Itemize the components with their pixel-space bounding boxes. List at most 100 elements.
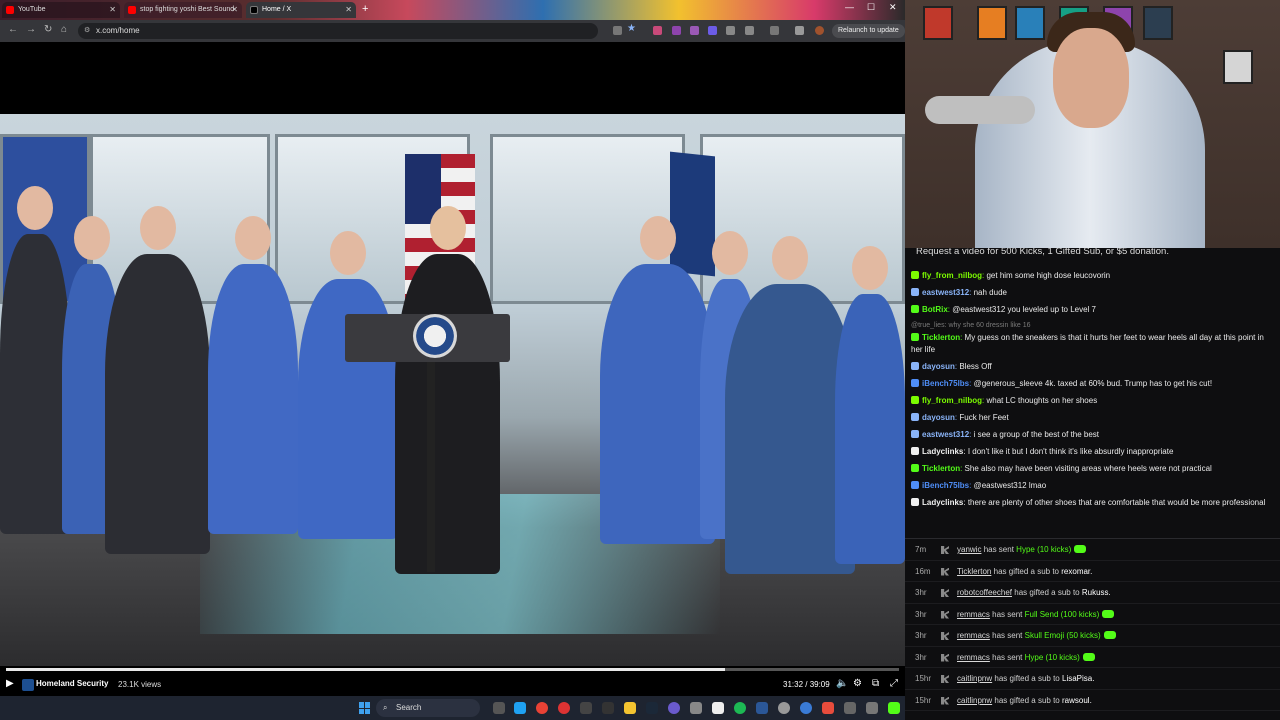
steam-icon[interactable] [646, 702, 658, 714]
channel-name[interactable]: Homeland Security [36, 679, 108, 688]
event-text: robotcoffeechef has gifted a sub to Ruku… [957, 582, 1111, 604]
obs-icon[interactable] [712, 702, 724, 714]
file-explorer-icon[interactable] [624, 702, 636, 714]
close-icon[interactable]: ✕ [345, 2, 352, 18]
activity-event: 3hr remmacs has sent Hype (10 kicks) [905, 647, 1280, 668]
event-time: 15hr [915, 695, 932, 705]
extensions-puzzle-icon[interactable] [745, 26, 754, 35]
app-icon[interactable] [778, 702, 790, 714]
extension-icon[interactable] [726, 26, 735, 35]
event-text: yanwic has sent Hype (10 kicks) [957, 539, 1087, 561]
event-username[interactable]: caitlinpnw [957, 674, 992, 683]
event-username[interactable]: robotcoffeechef [957, 588, 1012, 597]
app-icon[interactable] [844, 702, 856, 714]
chat-username[interactable]: fly_from_nilbog [922, 271, 982, 280]
tab-home-x[interactable]: Home / X ✕ [246, 2, 356, 18]
close-window-icon[interactable]: ✕ [889, 2, 897, 13]
chat-message: eastwest312: i see a group of the best o… [911, 429, 1275, 441]
edge-icon[interactable] [514, 702, 526, 714]
taskbar-search[interactable]: ⌕ Search [376, 699, 480, 717]
event-text: remmacs has sent Full Send (100 kicks) [957, 604, 1115, 626]
event-username[interactable]: remmacs [957, 631, 990, 640]
event-username[interactable]: Ticklerton [957, 567, 991, 576]
volume-icon[interactable]: 🔈 [836, 678, 848, 689]
app-icon[interactable] [866, 702, 878, 714]
app-icon[interactable] [602, 702, 614, 714]
app-icon[interactable] [668, 702, 680, 714]
app-icon[interactable] [800, 702, 812, 714]
seek-bar[interactable] [6, 668, 899, 671]
home-icon[interactable]: ⌂ [61, 24, 67, 35]
event-username[interactable]: remmacs [957, 610, 990, 619]
chat-username[interactable]: dayosun [922, 413, 955, 422]
chat-username[interactable]: Ticklerton [922, 464, 960, 473]
fullscreen-icon[interactable]: ⤢ [890, 678, 898, 689]
bookmark-star-icon[interactable]: ★ [627, 23, 636, 34]
event-username[interactable]: remmacs [957, 653, 990, 662]
back-icon[interactable]: ← [8, 24, 18, 35]
site-info-icon[interactable]: ⚙ [84, 23, 90, 39]
close-icon[interactable]: ✕ [231, 2, 238, 18]
app-icon[interactable] [690, 702, 702, 714]
screen-share-icon[interactable] [613, 26, 622, 35]
app-icon[interactable] [580, 702, 592, 714]
chat-username[interactable]: BotRix [922, 305, 948, 314]
address-bar[interactable]: ⚙ x.com/home [78, 23, 598, 39]
forward-icon[interactable]: → [26, 24, 36, 35]
chat-username[interactable]: Ladyclinks [922, 447, 963, 456]
tab-youtube[interactable]: YouTube ✕ [2, 2, 120, 18]
app-icon[interactable] [822, 702, 834, 714]
chat-username[interactable]: Ladyclinks [922, 498, 963, 507]
app-icon[interactable] [756, 702, 768, 714]
kick-icon[interactable] [888, 702, 900, 714]
profile-avatar-icon[interactable] [815, 26, 824, 35]
new-tab-button[interactable]: + [362, 3, 368, 15]
kick-logo-icon [941, 675, 949, 683]
settings-gear-icon[interactable]: ⚙ [853, 678, 862, 689]
activity-event: 3hr remmacs has sent Full Send (100 kicks… [905, 604, 1280, 626]
chat-message: eastwest312: nah dude [911, 287, 1275, 299]
event-action: has sent [992, 652, 1023, 662]
extension-icon[interactable] [708, 26, 717, 35]
spotify-icon[interactable] [734, 702, 746, 714]
maximize-icon[interactable]: ☐ [867, 2, 875, 13]
chat-username[interactable]: iBench75lbs [922, 481, 969, 490]
windows-start-icon[interactable] [359, 702, 371, 714]
play-icon[interactable]: ▶ [6, 678, 14, 689]
activity-event: 3hr robotcoffeechef has gifted a sub to R… [905, 582, 1280, 604]
chat-text: She also may have been visiting areas wh… [964, 464, 1212, 473]
reload-icon[interactable]: ↻ [44, 24, 52, 35]
tab-stop-fighting-yoshi[interactable]: stop fighting yoshi Best Sound ✕ [124, 2, 242, 18]
chat-text: what LC thoughts on her shoes [986, 396, 1098, 405]
kick-logo-icon [941, 546, 949, 554]
app-icon[interactable] [558, 702, 570, 714]
deleted-message: @true_lies: why she 60 dressin like 16 [911, 321, 1275, 330]
chat-username[interactable]: eastwest312 [922, 430, 969, 439]
chat-username[interactable]: Ticklerton [922, 333, 960, 342]
chat-username[interactable]: dayosun [922, 362, 955, 371]
event-username[interactable]: yanwic [957, 545, 981, 554]
event-action: has sent [992, 609, 1023, 619]
side-panel-icon[interactable] [770, 26, 779, 35]
chat-username[interactable]: fly_from_nilbog [922, 396, 982, 405]
chat-username[interactable]: iBench75lbs [922, 379, 969, 388]
minimize-icon[interactable]: — [845, 2, 854, 12]
video-player[interactable]: ▶ Homeland Security 23.1K views 31:32 / … [0, 42, 905, 696]
chrome-icon[interactable] [536, 702, 548, 714]
extension-icon[interactable] [690, 26, 699, 35]
channel-avatar[interactable] [22, 679, 34, 691]
kicks-emote-icon [1103, 631, 1116, 639]
tab-search-icon[interactable] [795, 26, 804, 35]
chat-username[interactable]: eastwest312 [922, 288, 969, 297]
view-count: 23.1K views [118, 680, 162, 689]
extension-icon[interactable] [653, 26, 662, 35]
kicks-emote-icon [1082, 652, 1095, 661]
event-username[interactable]: caitlinpnw [957, 696, 992, 705]
event-time: 15hr [915, 674, 932, 683]
task-view-icon[interactable] [493, 702, 505, 714]
youtube-icon [6, 6, 14, 14]
picture-in-picture-icon[interactable]: ⧉ [872, 678, 879, 689]
close-icon[interactable]: ✕ [109, 2, 116, 18]
relaunch-button[interactable]: Relaunch to update [832, 24, 905, 38]
extension-icon[interactable] [672, 26, 681, 35]
